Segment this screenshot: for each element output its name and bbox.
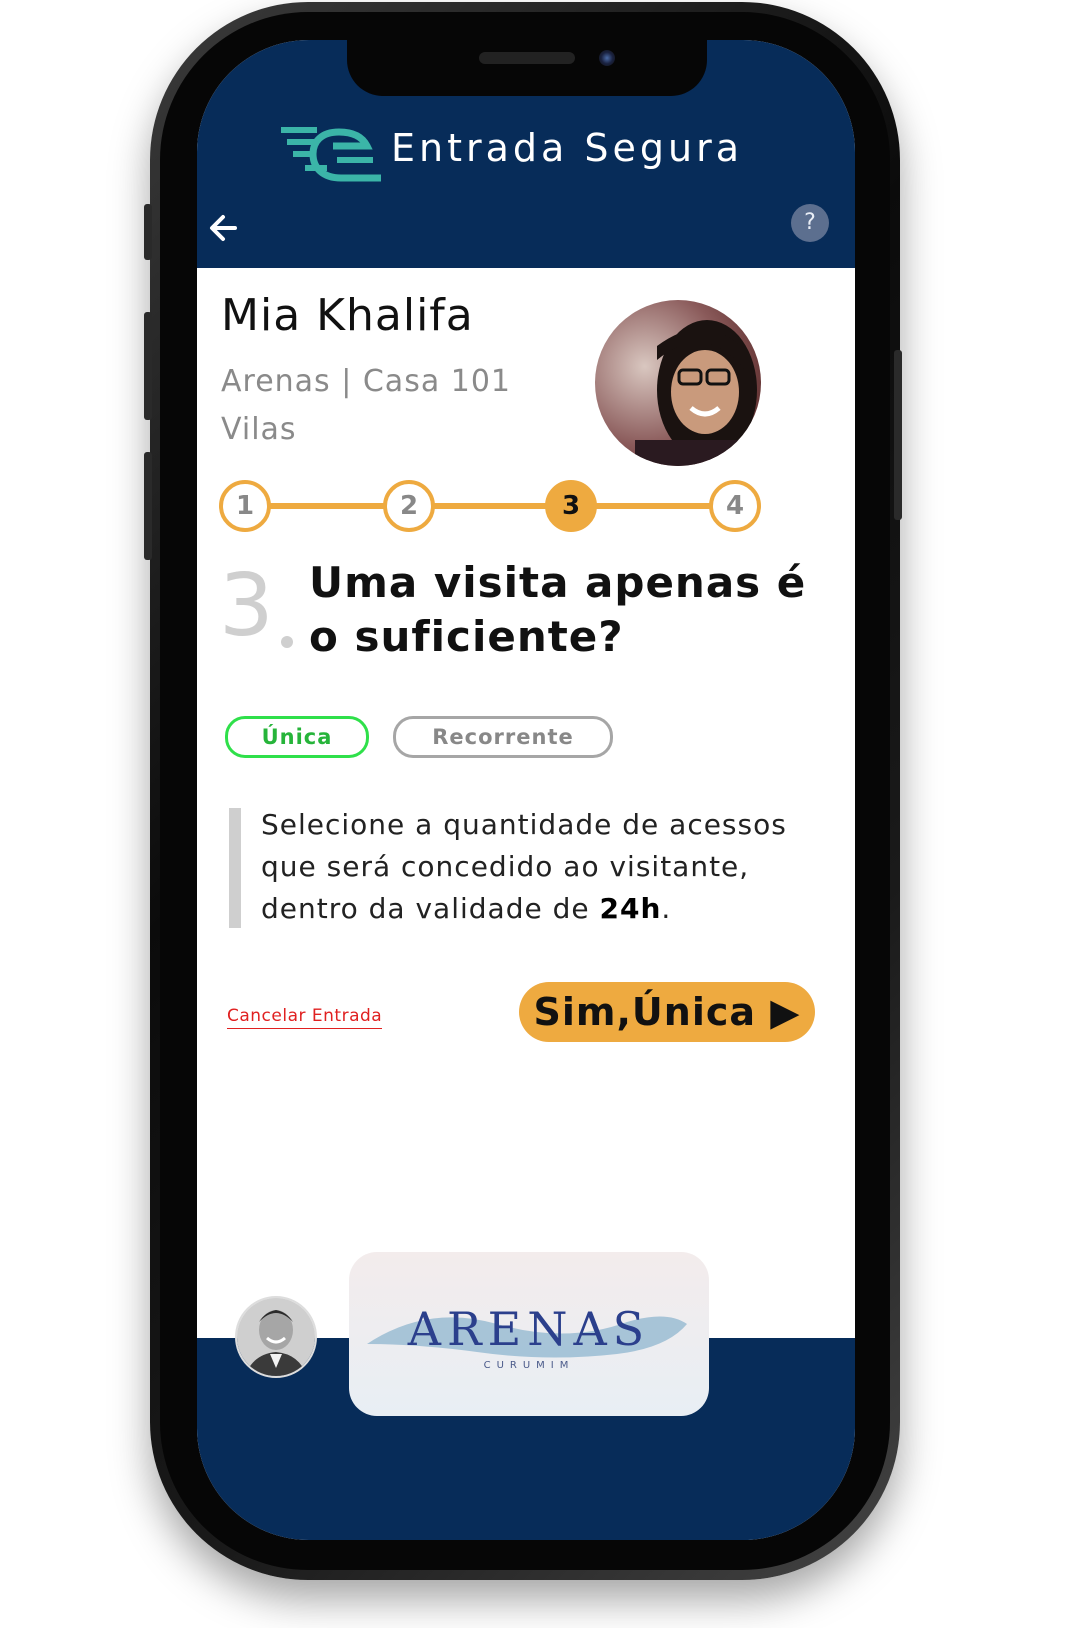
note-text: Selecione a quantidade de acessos que se… xyxy=(261,808,787,925)
question-number-dot xyxy=(281,636,293,648)
silent-switch xyxy=(144,204,152,260)
app-screen: Entrada Segura ? Mia Khalifa Arenas | Ca… xyxy=(197,40,855,1540)
volume-down-button xyxy=(144,452,152,560)
front-camera xyxy=(599,50,615,66)
back-arrow-icon[interactable] xyxy=(205,208,245,248)
cancel-entry-link[interactable]: Cancelar Entrada xyxy=(227,1006,383,1029)
brand-subtitle: CURUMIM xyxy=(483,1360,575,1371)
volume-up-button xyxy=(144,312,152,420)
step-1[interactable]: 1 xyxy=(219,480,271,532)
note-highlight: 24h xyxy=(599,892,662,925)
option-unica[interactable]: Única xyxy=(225,716,369,758)
power-button xyxy=(894,350,902,520)
condominium-brand-card: ARENAS CURUMIM xyxy=(349,1252,709,1416)
visitor-avatar xyxy=(595,300,761,466)
visitor-area: Vilas xyxy=(221,412,297,447)
progress-stepper: 1 2 3 4 xyxy=(219,480,763,532)
visitor-location: Arenas | Casa 101 xyxy=(221,364,512,399)
option-recorrente[interactable]: Recorrente xyxy=(393,716,613,758)
help-icon[interactable]: ? xyxy=(791,204,829,242)
question-number: 3 xyxy=(219,556,274,656)
agent-avatar[interactable] xyxy=(235,1296,317,1378)
access-note: Selecione a quantidade de acessos que se… xyxy=(261,804,821,930)
app-title: Entrada Segura xyxy=(391,126,744,170)
step-4[interactable]: 4 xyxy=(709,480,761,532)
step-3[interactable]: 3 xyxy=(545,480,597,532)
brand-wordmark: ARENAS xyxy=(407,1302,651,1356)
entrada-segura-logo xyxy=(281,127,381,182)
question-text: Uma visita apenas é o suficiente? xyxy=(309,558,807,661)
phone-notch xyxy=(347,40,707,96)
note-suffix: . xyxy=(661,892,672,925)
step-2[interactable]: 2 xyxy=(383,480,435,532)
confirm-single-button[interactable]: Sim,Única ▶ xyxy=(519,982,815,1042)
note-accent-bar xyxy=(229,808,241,928)
visitor-name: Mia Khalifa xyxy=(221,290,474,341)
speaker-grille xyxy=(479,52,575,64)
stepper-line xyxy=(245,503,737,509)
app-header: Entrada Segura ? xyxy=(197,40,855,268)
